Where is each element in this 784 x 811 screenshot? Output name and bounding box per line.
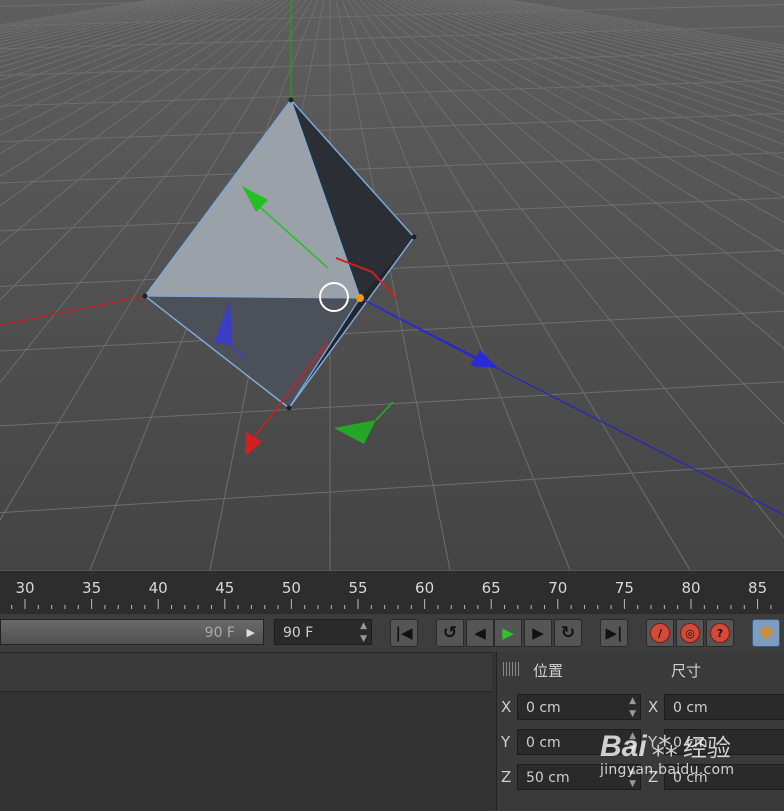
size-header: 尺寸 [671, 662, 702, 680]
timeline-tick-label: 60 [415, 579, 435, 597]
timeline-tick-label: 70 [548, 579, 568, 597]
end-frame-spinner-icon[interactable]: ▲ ▼ [360, 620, 367, 646]
size-value: 0 cm [673, 700, 708, 716]
position-value: 50 cm [526, 770, 570, 786]
skip-to-start-button[interactable]: |◀ [390, 619, 418, 647]
viewport-canvas[interactable] [0, 0, 784, 570]
object-pivot-icon[interactable] [356, 294, 364, 302]
watermark-url: jingyan.baidu.com [600, 762, 735, 778]
position-spinner-icon[interactable]: ▲ ▼ [629, 695, 636, 721]
position-key-button[interactable]: ✥ [752, 619, 780, 647]
coord-axis-label: X [501, 698, 512, 716]
viewport[interactable] [0, 0, 784, 570]
record-key-icon: / [650, 623, 670, 643]
prev-frame-icon: ◀ [474, 624, 486, 642]
ruler-ticks [11, 599, 772, 609]
move-cross-icon: ✥ [758, 622, 774, 644]
vertex-bottom [286, 405, 292, 411]
coord-axis-label: Y [501, 733, 511, 751]
end-frame-value: 90 F [283, 625, 314, 641]
size-axis-label: X [648, 698, 659, 716]
next-key-icon: ↻ [560, 623, 576, 643]
watermark-brand: Bai [600, 730, 647, 763]
watermark-brand2: 经验 [682, 734, 731, 762]
autokey-icon: ◎ [680, 623, 700, 643]
skip-start-icon: |◀ [395, 624, 413, 642]
vertex-right [411, 234, 417, 240]
next-frame-icon: ▶ [532, 624, 544, 642]
prev-key-button[interactable]: ↺ [436, 619, 464, 647]
keyframe-selection-icon: ? [710, 623, 730, 643]
play-button[interactable]: ▶ [494, 619, 522, 647]
timeline-tick-label: 45 [215, 579, 235, 597]
skip-to-end-button[interactable]: ▶| [600, 619, 628, 647]
end-frame-slider-value: 90 F [204, 625, 235, 641]
timeline-ruler[interactable]: 30 35 40 45 50 55 60 65 70 75 80 85 [0, 570, 784, 615]
play-icon: ▶ [502, 624, 514, 642]
position-field[interactable]: 0 cm ▲ ▼ [517, 694, 641, 720]
prev-frame-button[interactable]: ◀ [466, 619, 494, 647]
position-value: 0 cm [526, 700, 561, 716]
autokey-button[interactable]: ◎ [676, 619, 704, 647]
timeline-tick-label: 55 [348, 579, 368, 597]
transport-bar: 90 F ▶ 90 F ▲ ▼ |◀ ↺ ◀ ▶ ▶ ↻ ▶| / ◎ ? ✥ [0, 614, 784, 652]
timeline-tick-label: 80 [681, 579, 701, 597]
material-panel-toolbar [0, 653, 492, 692]
panel-grip-icon[interactable] [503, 662, 519, 676]
timeline-tick-label: 40 [148, 579, 168, 597]
baidu-watermark: Bai ⁂ 经验 jingyan.baidu.com [600, 728, 734, 778]
timeline-tick-label: 35 [82, 579, 102, 597]
position-header: 位置 [533, 662, 564, 680]
next-key-button[interactable]: ↻ [554, 619, 582, 647]
vertex-top [288, 97, 294, 103]
timeline-tick-label: 85 [748, 579, 768, 597]
record-active-button[interactable]: / [646, 619, 674, 647]
end-frame-field[interactable]: 90 F ▲ ▼ [274, 619, 372, 645]
slider-arrow-icon[interactable]: ▶ [247, 620, 255, 646]
keyframe-selection-button[interactable]: ? [706, 619, 734, 647]
next-frame-button[interactable]: ▶ [524, 619, 552, 647]
size-field[interactable]: 0 cm [664, 694, 784, 720]
prev-key-icon: ↺ [442, 623, 458, 643]
skip-end-icon: ▶| [605, 624, 623, 642]
position-value: 0 cm [526, 735, 561, 751]
material-panel[interactable] [0, 652, 492, 811]
vertex-left [142, 293, 148, 299]
timeline-tick-label: 50 [281, 579, 301, 597]
paw-icon: ⁂ [651, 733, 678, 763]
viewport-background [0, 0, 784, 570]
end-frame-slider[interactable]: 90 F ▶ [0, 619, 264, 645]
timeline-tick-label: 30 [15, 579, 35, 597]
timeline-tick-label: 75 [614, 579, 634, 597]
coord-axis-label: Z [501, 768, 512, 786]
timeline-tick-label: 65 [481, 579, 501, 597]
